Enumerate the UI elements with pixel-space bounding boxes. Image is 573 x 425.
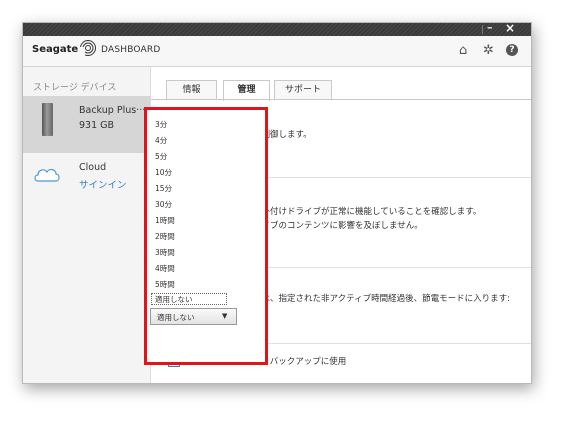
dropdown-option[interactable]: 5分 — [155, 151, 167, 162]
cloud-sign-in-link[interactable]: サインイン — [79, 177, 127, 191]
brand-logo: Seagate — [32, 44, 79, 55]
tab-manage[interactable]: 管理 — [223, 80, 270, 101]
sidebar-item-backup-plus[interactable]: Backup Plus··· 931 GB — [23, 96, 150, 153]
tab-info[interactable]: 情報 — [166, 80, 217, 100]
power-save-description: ブは、指定された非アクティブ時間経過後、節電モードに入ります: — [253, 294, 510, 304]
diagnostic-note: ライブのコンテンツに影響を及ぼしません。 — [253, 221, 423, 231]
dropdown-option[interactable]: 2時間 — [155, 231, 175, 242]
external-drive-icon — [42, 103, 53, 136]
device-name: Backup Plus··· — [79, 105, 146, 116]
sidebar-item-cloud[interactable]: Cloud サインイン — [23, 153, 150, 210]
app-header: Seagate DASHBOARD ⌂ ✲ ? — [23, 36, 531, 67]
dropdown-option[interactable]: 3時間 — [155, 247, 175, 258]
dropdown-option[interactable]: 4分 — [155, 135, 167, 146]
dropdown-option[interactable]: 15分 — [155, 183, 172, 194]
title-bar: – × — [23, 23, 531, 36]
app-window: – × Seagate DASHBOARD ⌂ ✲ ? ストレージ デバイス B… — [22, 22, 532, 384]
device-name: Cloud — [79, 162, 107, 173]
dropdown-option[interactable]: 4時間 — [155, 263, 175, 274]
dropdown-option[interactable]: 5時間 — [155, 279, 175, 290]
diagnostic-description: 、外付けドライブが正常に機能していることを確認します。 — [253, 207, 482, 217]
sleep-timer-dropdown-list: 3分 4分 5分 10分 15分 30分 1時間 2時間 3時間 4時間 5時間… — [144, 107, 268, 365]
sidebar-title: ストレージ デバイス — [33, 83, 117, 93]
gear-icon[interactable]: ✲ — [483, 43, 494, 58]
select-value: 適用しない — [157, 313, 195, 322]
sidebar: ストレージ デバイス Backup Plus··· 931 GB Cloud サ… — [23, 67, 151, 383]
sleep-timer-select[interactable]: 適用しない ▼ — [150, 308, 237, 325]
close-button[interactable]: × — [505, 23, 515, 35]
minimize-button[interactable]: – — [487, 23, 493, 34]
home-icon[interactable]: ⌂ — [459, 43, 467, 58]
device-capacity: 931 GB — [79, 120, 115, 131]
cloud-icon — [34, 168, 60, 182]
app-name: DASHBOARD — [101, 45, 161, 55]
title-bar-separator — [482, 25, 483, 34]
help-icon[interactable]: ? — [506, 44, 518, 56]
dropdown-option[interactable]: 1時間 — [155, 215, 175, 226]
dropdown-option[interactable]: 30分 — [155, 199, 172, 210]
tab-support[interactable]: サポート — [274, 80, 332, 100]
seagate-logo-icon — [79, 40, 96, 57]
dropdown-option-selected[interactable]: 適用しない — [151, 293, 227, 305]
dropdown-option[interactable]: 3分 — [155, 119, 167, 130]
dropdown-option[interactable]: 10分 — [155, 167, 172, 178]
chevron-down-icon: ▼ — [222, 312, 228, 320]
tab-divider — [151, 99, 531, 100]
